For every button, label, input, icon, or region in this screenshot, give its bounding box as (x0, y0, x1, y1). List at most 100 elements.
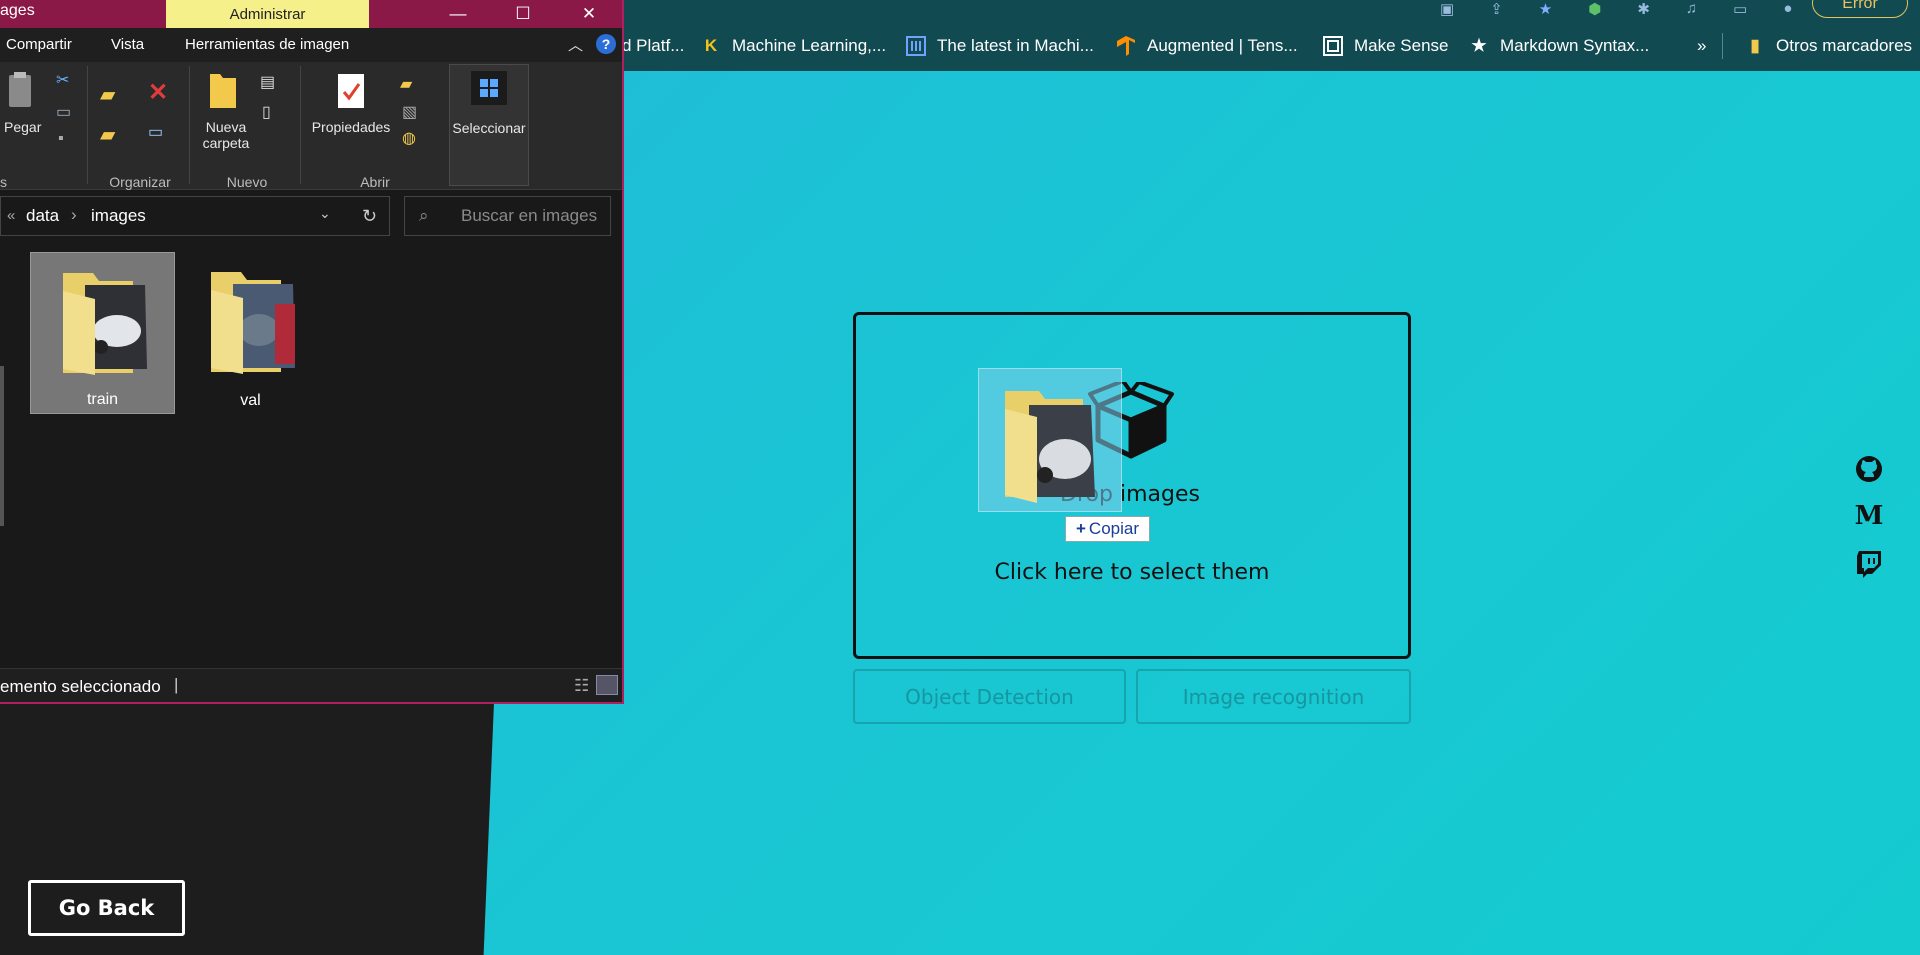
bookmark-label: Machine Learning,... (732, 36, 887, 55)
bookmark-label: Augmented | Tens... (1147, 36, 1298, 55)
sidepanel-icon[interactable]: ▭ (1733, 0, 1747, 18)
go-back-button[interactable]: Go Back (28, 880, 185, 936)
select-label: Seleccionar (452, 120, 526, 136)
star-icon: ★ (1471, 36, 1487, 55)
paste-shortcut-icon[interactable]: ▪ (58, 130, 64, 148)
folder-thumbnail-icon (1005, 391, 1095, 503)
bookmark-markdown-syntax[interactable]: ★ Markdown Syntax... (1468, 34, 1649, 58)
bookmark-latest-in-machine[interactable]: The latest in Machi... (905, 34, 1094, 58)
search-icon: ⌕ (419, 206, 429, 225)
properties-icon[interactable] (336, 72, 366, 110)
bookmark-label: The latest in Machi... (937, 36, 1094, 55)
breadcrumb-data[interactable]: data (26, 206, 59, 226)
tab-herramientas-imagen[interactable]: Herramientas de imagen (185, 36, 349, 53)
vpn-shield-icon[interactable]: ⬢ (1588, 0, 1601, 18)
ribbon-collapse-icon[interactable]: ︿ (568, 34, 583, 55)
group-clipboard-label: s (0, 174, 7, 190)
select-all-icon (471, 71, 507, 105)
other-bookmarks-folder[interactable]: ▮ Otros marcadores (1744, 34, 1912, 58)
paste-icon[interactable] (6, 70, 34, 110)
bookmark-label: d Platf... (622, 36, 685, 55)
twitch-icon[interactable] (1853, 548, 1885, 580)
bookmarks-divider (1722, 33, 1723, 59)
properties-label: Propiedades (311, 119, 391, 135)
open-icon[interactable]: ▰ (400, 74, 412, 94)
bookmark-platform[interactable]: d Platf... (622, 34, 684, 58)
medium-letter: M (1854, 501, 1884, 531)
tab-administrar[interactable]: Administrar (166, 0, 369, 28)
address-bar[interactable]: « data › images ⌄ (0, 196, 390, 236)
select-button[interactable]: Seleccionar (449, 64, 529, 186)
bookmark-label: Markdown Syntax... (1500, 36, 1650, 55)
bookmark-make-sense[interactable]: Make Sense (1322, 34, 1449, 58)
extensions-puzzle-icon[interactable]: ✱ (1637, 0, 1650, 18)
kaggle-k-icon: K (704, 36, 718, 55)
breadcrumb-separator: › (71, 205, 77, 224)
status-divider: | (174, 675, 179, 694)
explorer-titlebar[interactable]: ages Administrar — ☐ ✕ (0, 0, 622, 28)
extension-icons: ▣ ⇪ ★ ⬢ ✱ ♫ ▭ ● (1440, 0, 1792, 18)
group-abrir-label: Abrir (360, 174, 390, 190)
folder-icon: ▮ (1750, 36, 1760, 55)
bookmark-star-icon[interactable]: ★ (1539, 0, 1552, 18)
profile-avatar-icon[interactable]: ● (1783, 0, 1792, 17)
copy-path-icon[interactable]: ▭ (56, 102, 71, 122)
history-icon[interactable]: ◍ (402, 128, 416, 148)
bookmark-machine-learning[interactable]: K Machine Learning,... (700, 34, 886, 58)
move-to-icon[interactable]: ▰ (100, 82, 115, 107)
share-icon[interactable]: ⇪ (1490, 0, 1503, 18)
error-chip[interactable]: Error (1812, 0, 1908, 18)
folder-train[interactable]: train (30, 252, 175, 414)
ribbon-separator (87, 66, 88, 184)
refresh-icon[interactable]: ↻ (362, 206, 377, 227)
breadcrumb-images[interactable]: images (91, 206, 146, 226)
translate-icon[interactable]: ▣ (1440, 0, 1454, 18)
plus-icon: + (1075, 519, 1086, 538)
status-bar: emento seleccionado | ☷ (0, 668, 622, 702)
tab-compartir[interactable]: Compartir (6, 36, 72, 53)
chevron-down-icon[interactable]: ⌄ (319, 205, 331, 222)
file-explorer-window: ages Administrar — ☐ ✕ Compartir Vista H… (0, 0, 624, 704)
address-prefix: « (7, 207, 16, 224)
search-placeholder: Buscar en images (461, 206, 598, 225)
window-title: ages (0, 2, 35, 19)
other-bookmarks-label: Otros marcadores (1776, 36, 1913, 55)
minimize-button[interactable]: — (432, 0, 484, 28)
scrollbar-thumb[interactable] (0, 366, 4, 526)
copy-to-icon[interactable]: ▰ (100, 122, 115, 147)
tab-vista[interactable]: Vista (111, 36, 144, 53)
bookmark-augmented-tensorflow[interactable]: Augmented | Tens... (1115, 34, 1298, 58)
new-item-icon[interactable]: ▤ (260, 72, 275, 92)
new-folder-icon[interactable] (208, 70, 238, 110)
delete-icon[interactable]: ✕ (148, 78, 168, 107)
edit-icon[interactable]: ▧ (402, 102, 417, 122)
folder-thumbnail-icon (210, 272, 295, 374)
easy-access-icon[interactable]: ▯ (262, 102, 271, 122)
ribbon: Pegar ✂ ▭ ▪ s ▰ ▰ ✕ ▭ Organizar Nueva ca… (0, 62, 622, 190)
tensorflow-icon (1115, 35, 1137, 57)
ribbon-tabs: Compartir Vista Herramientas de imagen (0, 28, 622, 62)
new-folder-label: Nueva carpeta (202, 119, 250, 151)
github-icon[interactable] (1853, 453, 1885, 485)
image-recognition-button[interactable]: Image recognition (1136, 669, 1411, 724)
medium-icon[interactable]: M (1853, 500, 1885, 532)
close-button[interactable]: ✕ (563, 0, 615, 28)
dropzone-subtitle[interactable]: Click here to select them (960, 560, 1304, 585)
folder-val[interactable]: val (178, 252, 323, 414)
ribbon-separator (300, 66, 301, 184)
makesense-icon (1322, 35, 1344, 57)
copy-tooltip: + Copiar (1065, 516, 1150, 542)
folder-thumbnail-icon (62, 273, 147, 375)
bookmarks-overflow-button[interactable]: » (1697, 34, 1706, 58)
media-control-icon[interactable]: ♫ (1686, 0, 1697, 17)
maximize-button[interactable]: ☐ (497, 0, 549, 28)
bookmark-label: Make Sense (1354, 36, 1449, 55)
search-input[interactable]: ⌕ Buscar en images (404, 196, 611, 236)
rename-icon[interactable]: ▭ (148, 122, 163, 142)
large-icons-view-icon[interactable] (596, 675, 618, 695)
object-detection-button[interactable]: Object Detection (853, 669, 1126, 724)
details-view-icon[interactable]: ☷ (574, 676, 589, 696)
group-organizar-label: Organizar (109, 174, 171, 190)
help-icon[interactable]: ? (596, 34, 616, 54)
cut-icon[interactable]: ✂ (56, 70, 69, 90)
